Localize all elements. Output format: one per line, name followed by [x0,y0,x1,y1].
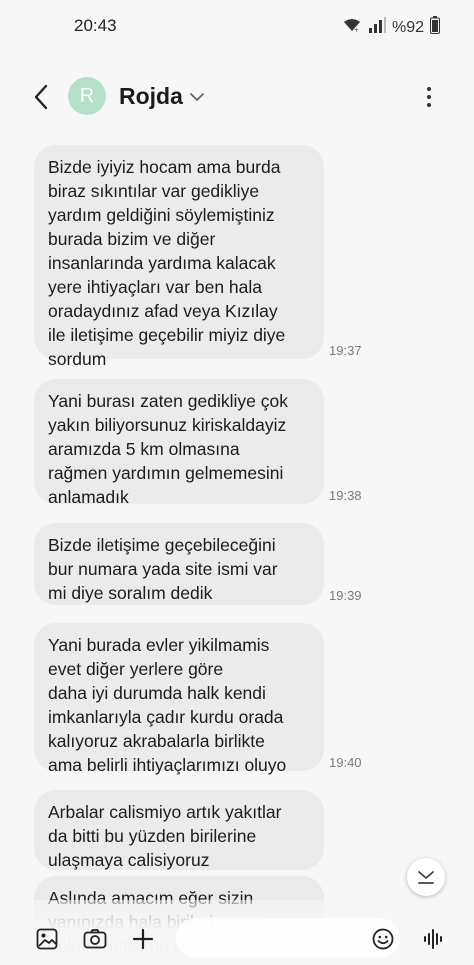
message-text: Bizde iletişime geçebileceğini bur numar… [48,535,278,603]
avatar[interactable]: R [68,77,106,115]
message-bubble[interactable]: Bizde iyiyiz hocam ama burda biraz sıkın… [34,145,324,369]
more-vertical-icon [427,87,431,91]
message-bubble[interactable]: Yani burası zaten gedikliye çok yakın bi… [34,379,324,507]
plus-icon [132,928,154,950]
wifi-icon: + [342,17,362,38]
back-button[interactable] [26,80,56,114]
emoji-button[interactable] [370,926,396,952]
camera-button[interactable] [82,926,108,952]
message-time: 19:39 [329,588,362,603]
message-time: 19:37 [329,343,362,358]
battery-level: %92 [391,18,424,36]
battery-icon [430,16,440,39]
voice-input-button[interactable] [421,926,447,952]
signal-icon [368,17,386,38]
conversation-header: R Rojda [0,68,474,128]
status-time: 20:43 [74,16,117,35]
message-time: 19:38 [329,488,362,503]
scroll-down-icon [418,871,434,884]
contact-details-toggle[interactable] [188,88,206,106]
message-text: Bizde iyiyiz hocam ama burda biraz sıkın… [48,157,286,369]
message-bubble[interactable]: Bizde iletişime geçebileceğini bur numar… [34,523,324,605]
image-icon [36,928,58,950]
message-input[interactable] [176,918,400,958]
message-text: Arbalar calismiyo artık yakıtlar da bitt… [48,802,282,870]
status-icons: + %92 [342,16,440,39]
message-bubble[interactable]: Arbalar calismiyo artık yakıtlar da bitt… [34,790,324,870]
camera-icon [83,929,107,949]
gallery-button[interactable] [34,926,60,952]
status-bar: 20:43 + %92 [0,0,474,56]
emoji-icon [372,928,394,950]
scroll-to-bottom-button[interactable] [407,858,445,896]
voice-wave-icon [424,929,442,949]
add-attachment-button[interactable] [130,926,156,952]
chevron-down-icon [190,93,204,101]
message-text: Yani burası zaten gedikliye çok yakın bi… [48,391,288,507]
message-text: Yani burada evler yikilmamis evet diğer … [48,635,287,775]
more-options-button[interactable] [418,82,440,112]
composer-bar [0,912,474,965]
message-time: 19:40 [329,755,362,770]
chevron-left-icon [34,84,48,110]
message-bubble[interactable]: Yani burada evler yikilmamis evet diğer … [34,623,324,775]
contact-name[interactable]: Rojda [119,83,183,110]
svg-text:+: + [354,27,359,33]
